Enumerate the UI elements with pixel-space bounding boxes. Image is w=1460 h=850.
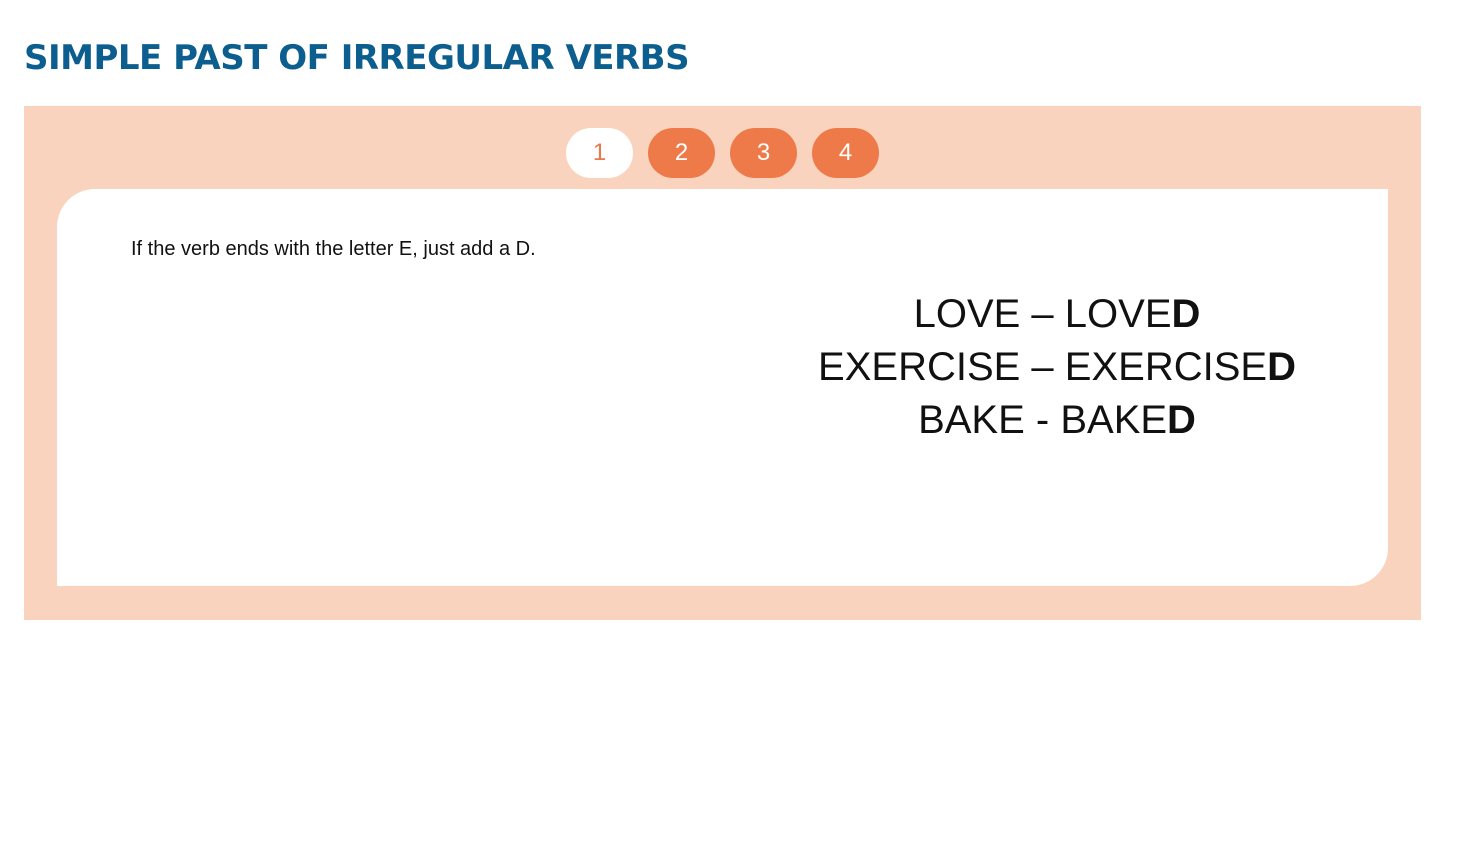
tab-4[interactable]: 4	[812, 128, 879, 178]
slide-tabs: 1 2 3 4	[566, 128, 879, 178]
example-text: EXERCISE – EXERCISE	[818, 345, 1268, 389]
example-suffix: D	[1171, 292, 1201, 336]
examples-list: LOVE – LOVED EXERCISE – EXERCISED BAKE -…	[777, 288, 1337, 447]
lesson-panel: 1 2 3 4 If the verb ends with the letter…	[24, 106, 1421, 620]
tab-2[interactable]: 2	[648, 128, 715, 178]
example-suffix: D	[1267, 345, 1296, 389]
example-suffix: D	[1167, 398, 1196, 442]
content-card: If the verb ends with the letter E, just…	[57, 189, 1388, 586]
page-title: SIMPLE PAST OF IRREGULAR VERBS	[24, 38, 690, 78]
example-exercise: EXERCISE – EXERCISED	[777, 341, 1337, 394]
tab-3[interactable]: 3	[730, 128, 797, 178]
example-bake: BAKE - BAKED	[777, 394, 1337, 447]
instruction-text: If the verb ends with the letter E, just…	[131, 238, 536, 260]
example-love: LOVE – LOVED	[777, 288, 1337, 341]
tab-1[interactable]: 1	[566, 128, 633, 178]
example-text: BAKE - BAKE	[918, 398, 1168, 442]
example-text: LOVE – LOVE	[913, 292, 1172, 336]
